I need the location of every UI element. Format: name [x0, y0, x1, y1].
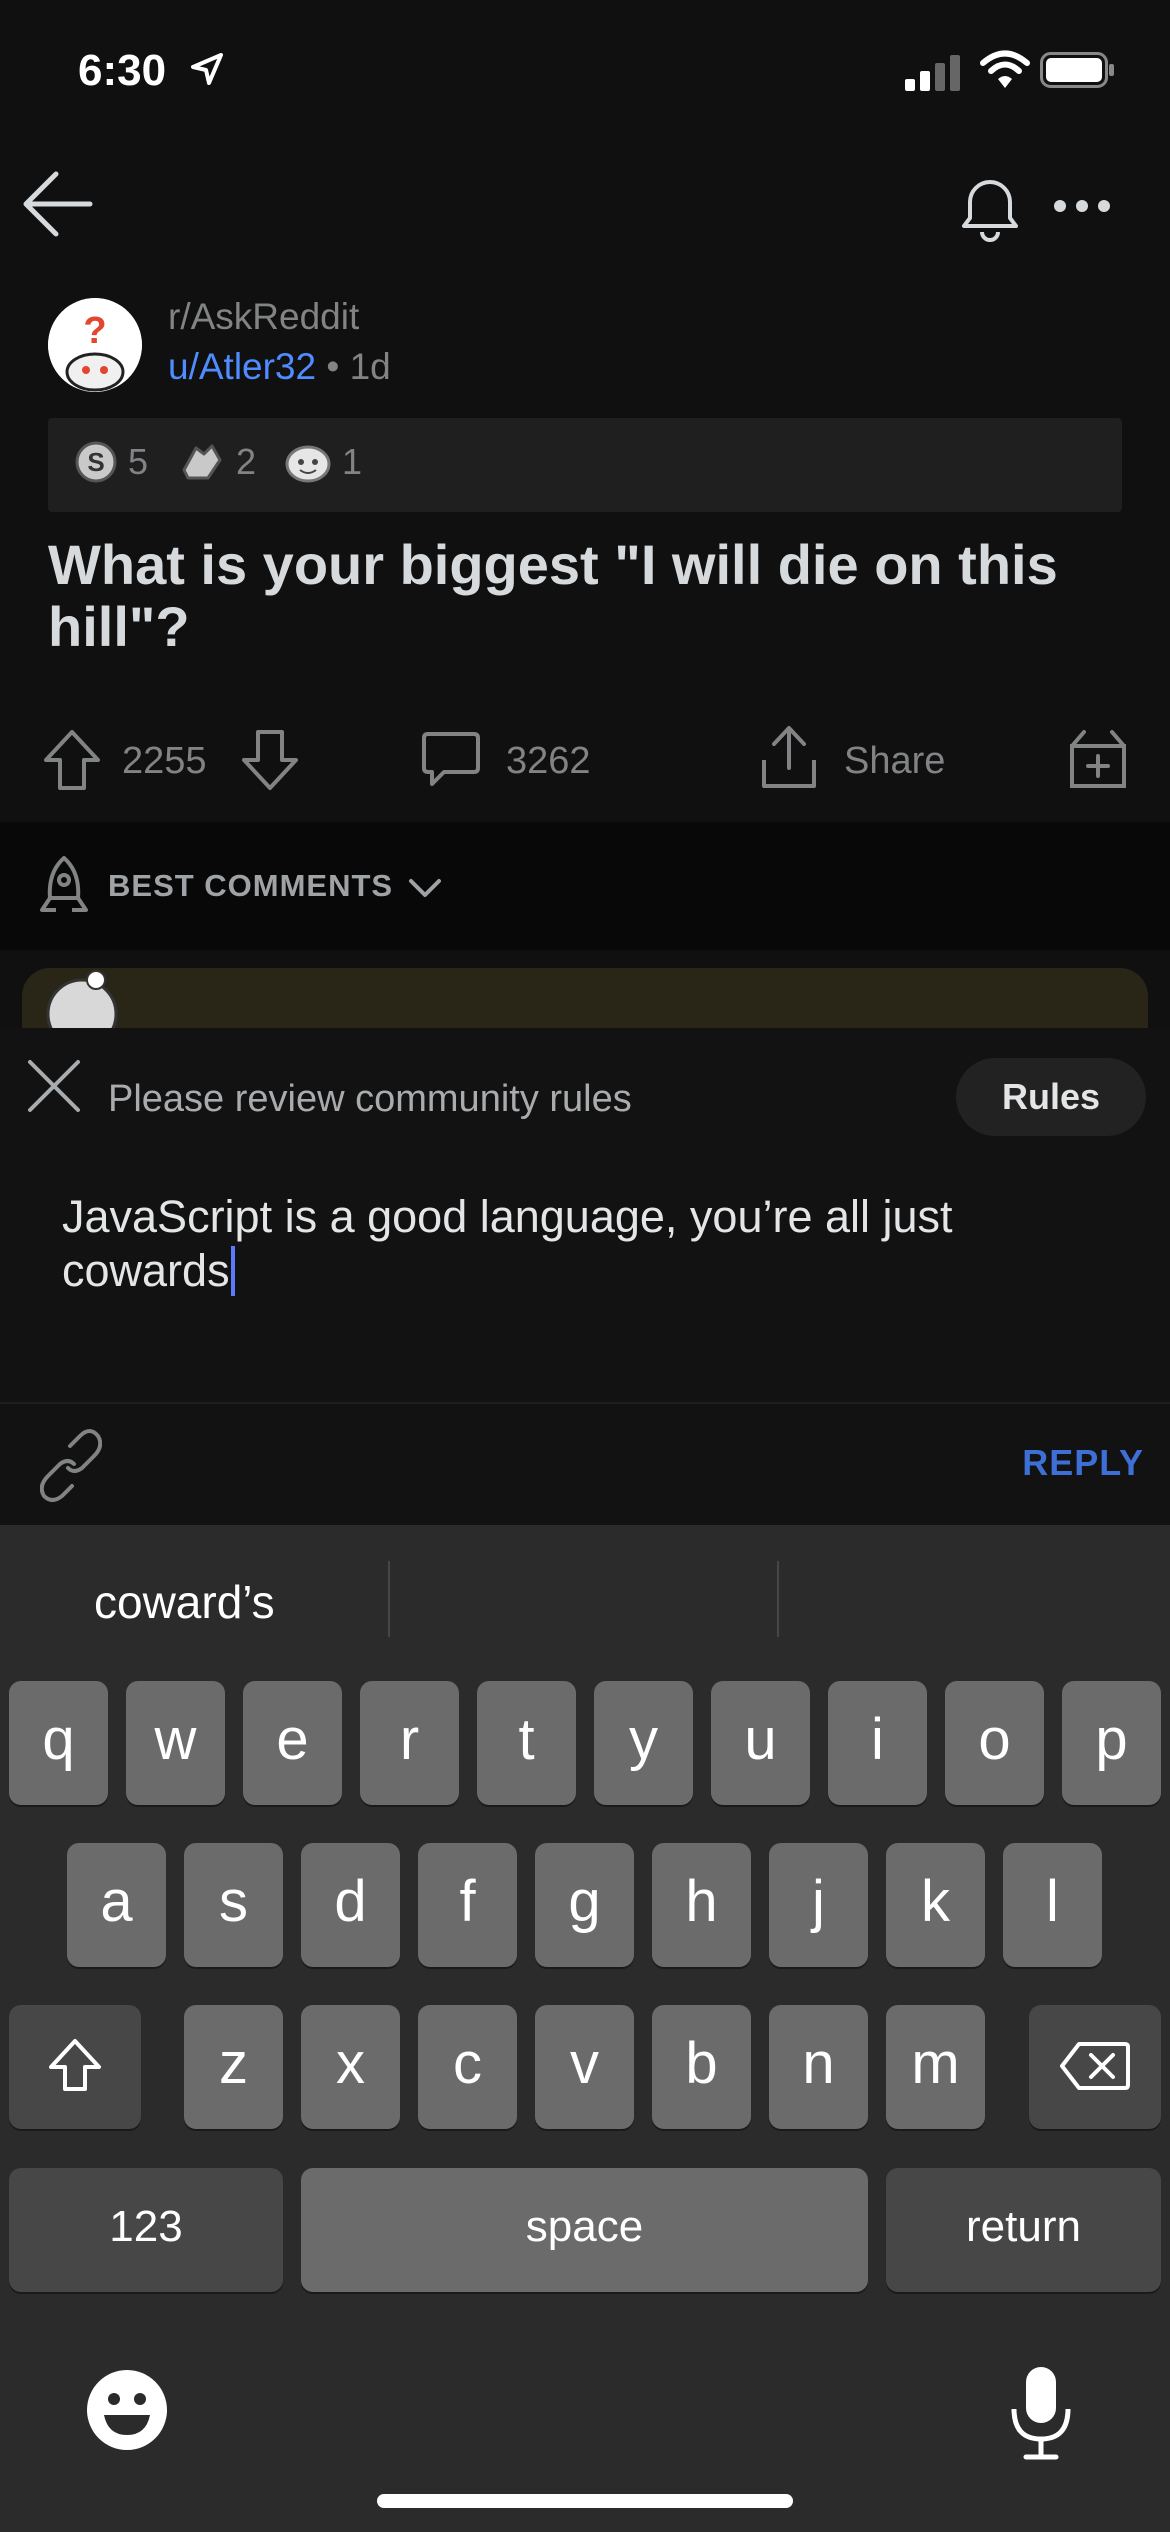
key-t[interactable]: t — [477, 1681, 576, 1805]
microphone-icon[interactable] — [1010, 2365, 1072, 2461]
key-h[interactable]: h — [652, 1843, 751, 1967]
suggestion-1[interactable]: coward’s — [94, 1575, 275, 1629]
space-key[interactable]: space — [301, 2168, 868, 2292]
key-i[interactable]: i — [828, 1681, 927, 1805]
key-b[interactable]: b — [652, 2005, 751, 2129]
gift-award-icon[interactable] — [1068, 728, 1128, 790]
rules-reminder-text: Please review community rules — [108, 1078, 632, 1120]
silver-award-icon: S — [75, 441, 117, 483]
key-q[interactable]: q — [9, 1681, 108, 1805]
status-time: 6:30 — [78, 46, 167, 95]
reply-text-input[interactable]: JavaScript is a good language, you’re al… — [62, 1190, 1062, 1298]
key-n[interactable]: n — [769, 2005, 868, 2129]
key-l[interactable]: l — [1003, 1843, 1102, 1967]
rules-button[interactable]: Rules — [956, 1058, 1146, 1136]
chevron-down-icon[interactable] — [408, 878, 442, 900]
suggestion-divider — [777, 1561, 779, 1637]
award-item: 2 — [178, 440, 256, 484]
text-cursor — [230, 1246, 235, 1296]
comment-sort-bar[interactable]: BEST COMMENTS — [0, 822, 1170, 950]
key-m[interactable]: m — [886, 2005, 985, 2129]
key-x[interactable]: x — [301, 2005, 400, 2129]
key-y[interactable]: y — [594, 1681, 693, 1805]
numbers-key[interactable]: 123 — [9, 2168, 283, 2292]
key-c[interactable]: c — [418, 2005, 517, 2129]
shift-key[interactable] — [9, 2005, 141, 2129]
key-a[interactable]: a — [67, 1843, 166, 1967]
subreddit-avatar[interactable]: ? — [48, 298, 142, 392]
post-author-line: u/Atler32 • 1d — [168, 346, 391, 388]
ios-keyboard: coward’s q w e r t y u i o p a s d f g h… — [0, 1525, 1170, 2532]
svg-text:?: ? — [83, 310, 106, 352]
link-icon[interactable] — [40, 1428, 102, 1504]
notification-bell-icon[interactable] — [950, 168, 1030, 248]
key-d[interactable]: d — [301, 1843, 400, 1967]
cellular-signal-icon — [905, 55, 961, 91]
comment-count[interactable]: 3262 — [506, 740, 591, 783]
post-age: • 1d — [326, 346, 391, 387]
comment-preview-peek — [22, 968, 1148, 1028]
post-author[interactable]: u/Atler32 — [168, 346, 316, 387]
wifi-icon — [980, 50, 1030, 90]
return-key[interactable]: return — [886, 2168, 1161, 2292]
reply-text: JavaScript is a good language, you’re al… — [62, 1191, 953, 1296]
award-count: 1 — [342, 441, 363, 482]
key-z[interactable]: z — [184, 2005, 283, 2129]
key-s[interactable]: s — [184, 1843, 283, 1967]
award-count: 2 — [236, 441, 257, 482]
share-icon[interactable] — [758, 724, 820, 790]
post-title[interactable]: What is your biggest "I will die on this… — [48, 534, 1108, 658]
key-g[interactable]: g — [535, 1843, 634, 1967]
key-r[interactable]: r — [360, 1681, 459, 1805]
share-label[interactable]: Share — [844, 740, 945, 783]
key-f[interactable]: f — [418, 1843, 517, 1967]
key-w[interactable]: w — [126, 1681, 225, 1805]
emoji-icon[interactable] — [86, 2369, 168, 2451]
battery-icon — [1040, 52, 1116, 88]
commenter-avatar — [38, 970, 124, 1028]
suggestion-divider — [388, 1561, 390, 1637]
awards-bar[interactable]: S 5 2 1 — [48, 418, 1122, 512]
award-item: S 5 — [74, 440, 148, 484]
wholesome-award-icon — [285, 445, 331, 483]
downvote-icon[interactable] — [240, 728, 300, 792]
home-indicator[interactable] — [377, 2494, 793, 2508]
comment-icon[interactable] — [420, 728, 482, 790]
key-o[interactable]: o — [945, 1681, 1044, 1805]
upvote-icon[interactable] — [42, 728, 102, 792]
post-action-bar: 2255 3262 Share — [0, 700, 1170, 820]
vote-count: 2255 — [122, 740, 207, 782]
subreddit-name[interactable]: r/AskReddit — [168, 296, 359, 338]
key-k[interactable]: k — [886, 1843, 985, 1967]
award-item: 1 — [284, 440, 362, 484]
sort-label[interactable]: BEST COMMENTS — [108, 868, 393, 904]
reply-button[interactable]: REPLY — [1022, 1442, 1144, 1484]
location-arrow-icon — [190, 52, 224, 86]
key-u[interactable]: u — [711, 1681, 810, 1805]
svg-text:S: S — [87, 447, 104, 477]
shift-icon — [49, 2039, 101, 2091]
rocket-icon — [36, 854, 92, 916]
more-options-icon[interactable] — [1052, 198, 1112, 214]
key-p[interactable]: p — [1062, 1681, 1161, 1805]
delete-key[interactable] — [1029, 2005, 1161, 2129]
close-icon[interactable] — [26, 1058, 82, 1114]
key-v[interactable]: v — [535, 2005, 634, 2129]
composer-divider — [0, 1402, 1170, 1404]
award-count: 5 — [128, 441, 149, 482]
helpful-award-icon — [182, 444, 222, 480]
backspace-icon — [1060, 2042, 1130, 2090]
reply-composer: Please review community rules Rules Java… — [0, 1028, 1170, 1525]
key-j[interactable]: j — [769, 1843, 868, 1967]
back-arrow-icon[interactable] — [22, 168, 94, 240]
key-e[interactable]: e — [243, 1681, 342, 1805]
